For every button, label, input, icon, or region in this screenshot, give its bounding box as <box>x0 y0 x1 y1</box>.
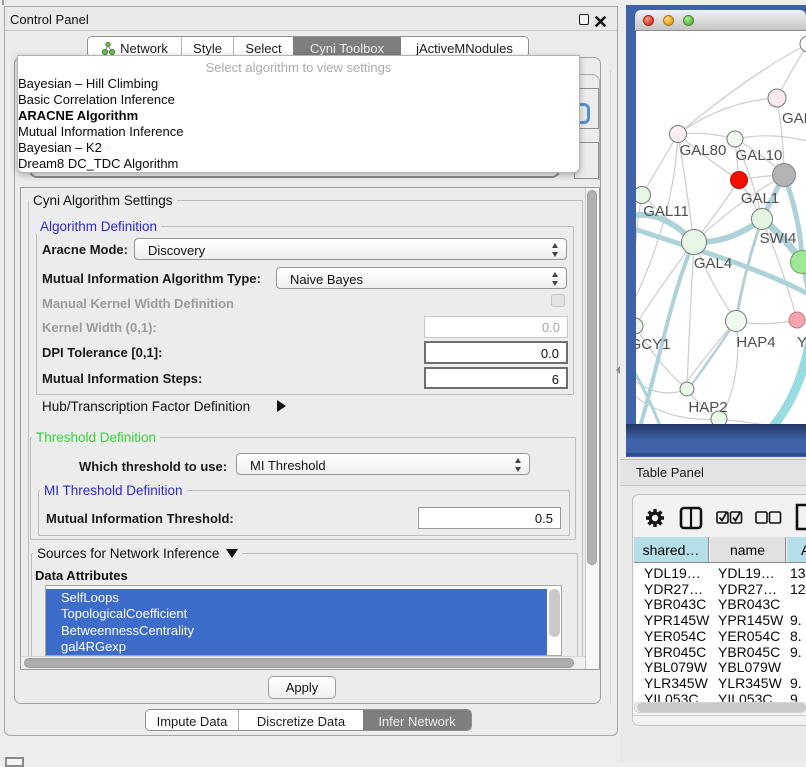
svg-text:GAL1: GAL1 <box>741 190 779 207</box>
svg-text:GAL10: GAL10 <box>736 147 783 164</box>
svg-text:HAP2: HAP2 <box>688 399 727 416</box>
svg-text:HAP4: HAP4 <box>736 334 775 351</box>
svg-text:GAL2: GAL2 <box>782 110 806 127</box>
svg-text:YJ: YJ <box>797 334 806 351</box>
svg-text:GAL80: GAL80 <box>680 142 727 159</box>
svg-text:GCY1: GCY1 <box>636 336 670 353</box>
svg-text:GAL11: GAL11 <box>643 203 689 220</box>
svg-text:SWI4: SWI4 <box>760 230 797 247</box>
svg-text:GAL4: GAL4 <box>694 255 732 272</box>
